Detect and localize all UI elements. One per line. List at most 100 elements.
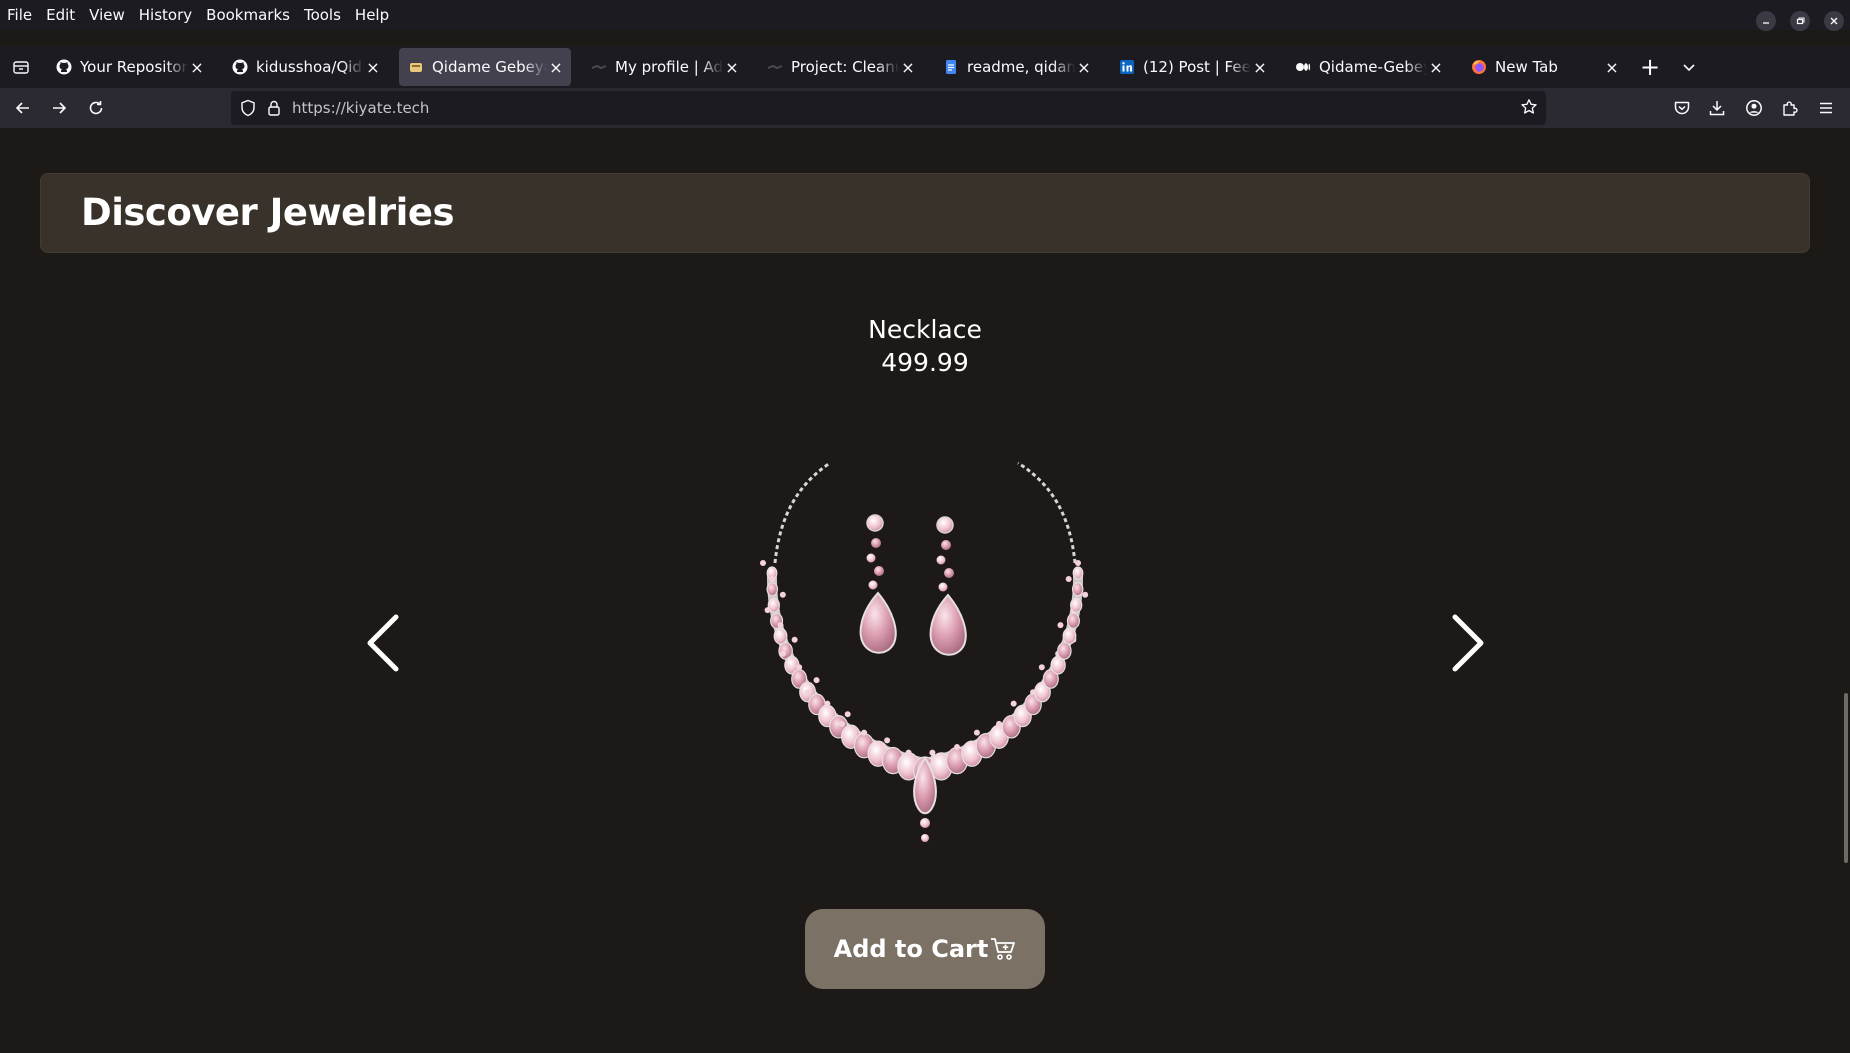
tab-label: Project: Cleanup your code — [791, 58, 899, 76]
tab-label: Qidame Gebeya — [432, 58, 547, 76]
necklace-accent-gem — [1082, 591, 1089, 598]
tab-list-icon[interactable] — [12, 58, 30, 76]
necklace-accent-gem — [861, 729, 868, 736]
lock-icon[interactable] — [266, 99, 282, 117]
scrollbar-thumb[interactable] — [1844, 693, 1848, 863]
necklace-accent-gem — [777, 622, 784, 629]
necklace-accent-gem — [844, 711, 851, 718]
close-tab-icon[interactable]: × — [1251, 58, 1269, 77]
tab-project-cleanup[interactable]: Project: Cleanup your code × — [758, 48, 923, 86]
close-tab-icon[interactable]: × — [1427, 58, 1445, 77]
medium-icon — [1295, 59, 1311, 75]
new-tab-plus-icon[interactable]: + — [1640, 55, 1660, 79]
necklace-accent-gem — [838, 720, 845, 727]
necklace-accent-gem — [1038, 664, 1045, 671]
close-tab-icon[interactable]: × — [188, 58, 206, 77]
necklace-accent-gem — [1010, 700, 1017, 707]
extensions-puzzle-icon[interactable] — [1780, 98, 1800, 118]
necklace-accent-gem — [884, 737, 891, 744]
github-icon — [56, 59, 72, 75]
cart-icon — [991, 938, 1016, 960]
close-tab-icon[interactable]: × — [547, 58, 565, 77]
menu-bookmarks[interactable]: Bookmarks — [206, 6, 290, 24]
tab-linkedin[interactable]: (12) Post | Feed | LinkedIn × — [1110, 48, 1275, 86]
menu-file[interactable]: File — [7, 6, 32, 24]
tab-new-tab[interactable]: New Tab × — [1462, 48, 1627, 86]
tab-label: Qidame-Gebeya by Kidus — [1319, 58, 1427, 76]
necklace-accent-gem — [880, 744, 887, 751]
necklace-accent-gem — [1065, 576, 1072, 583]
list-all-tabs-chevron-icon[interactable] — [1680, 58, 1698, 76]
close-tab-icon[interactable]: × — [899, 58, 917, 77]
tab-readme-docs[interactable]: readme, qidame - Google Docs × — [934, 48, 1099, 86]
tab-label: kidusshoa/Qidame-Gebeya — [256, 58, 364, 76]
close-window-icon[interactable] — [1824, 11, 1844, 31]
url-bar[interactable]: https://kiyate.tech — [231, 91, 1546, 125]
necklace-gem — [1071, 582, 1084, 597]
menu-edit[interactable]: Edit — [46, 6, 75, 24]
menu-help[interactable]: Help — [355, 6, 389, 24]
add-to-cart-label: Add to Cart — [833, 935, 989, 963]
downloads-icon[interactable] — [1707, 98, 1727, 118]
page-content: Discover Jewelries Necklace 499.99 Add t… — [0, 128, 1850, 1053]
necklace-accent-gem — [813, 677, 820, 684]
forward-arrow-icon[interactable] — [49, 98, 69, 118]
tab-label: (12) Post | Feed | LinkedIn — [1143, 58, 1251, 76]
tracking-protection-shield-icon[interactable] — [240, 99, 256, 117]
necklace-gem — [1066, 612, 1080, 629]
close-tab-icon[interactable]: × — [1603, 58, 1621, 77]
menu-bar: File Edit View History Bookmarks Tools H… — [0, 0, 1850, 31]
necklace-accent-gem — [779, 650, 786, 657]
product-image — [760, 461, 1089, 842]
tab-medium-article[interactable]: Qidame-Gebeya by Kidus × — [1286, 48, 1451, 86]
necklace-accent-gem — [1057, 622, 1064, 629]
necklace-accent-gem — [954, 744, 961, 751]
necklace-accent-gem — [779, 591, 786, 598]
necklace-gem — [1070, 597, 1083, 613]
tab-label: New Tab — [1495, 58, 1558, 76]
necklace-accent-gem — [929, 749, 936, 756]
hamburger-menu-icon[interactable] — [1816, 98, 1836, 118]
account-icon[interactable] — [1744, 98, 1764, 118]
google-docs-icon — [943, 59, 959, 75]
necklace-gem — [1072, 566, 1084, 580]
addis-icon — [591, 59, 607, 75]
necklace-accent-gem — [996, 720, 1003, 727]
minimize-icon[interactable] — [1756, 11, 1776, 31]
url-text[interactable]: https://kiyate.tech — [292, 99, 429, 117]
tab-my-profile[interactable]: My profile | Addis Software × — [582, 48, 747, 86]
tab-kidusshoa-repo[interactable]: kidusshoa/Qidame-Gebeya × — [223, 48, 388, 86]
carousel-prev-chevron-icon[interactable] — [360, 611, 406, 675]
necklace-accent-gem — [764, 607, 771, 614]
necklace-accent-gem — [804, 689, 811, 696]
tab-strip: Your Repositories × kidusshoa/Qidame-Geb… — [0, 46, 1850, 88]
menu-view[interactable]: View — [89, 6, 125, 24]
carousel-next-chevron-icon[interactable] — [1445, 611, 1491, 675]
tab-label: Your Repositories — [80, 58, 188, 76]
tab-label: My profile | Addis Software — [615, 58, 723, 76]
necklace-accent-gem — [769, 576, 776, 583]
tab-qidame-gebeya[interactable]: Qidame Gebeya × — [399, 48, 571, 86]
navigation-toolbar: https://kiyate.tech — [0, 88, 1850, 128]
necklace-gem — [773, 627, 788, 645]
bookmark-star-icon[interactable] — [1520, 98, 1538, 116]
restore-icon[interactable] — [1790, 11, 1810, 31]
linkedin-icon — [1119, 59, 1135, 75]
firefox-icon — [1471, 59, 1487, 75]
back-arrow-icon[interactable] — [13, 98, 33, 118]
close-tab-icon[interactable]: × — [723, 58, 741, 77]
close-tab-icon[interactable]: × — [1075, 58, 1093, 77]
tab-your-repositories[interactable]: Your Repositories × — [47, 48, 212, 86]
product-name: Necklace — [868, 315, 982, 344]
necklace-accent-gem — [791, 636, 798, 643]
tab-label: readme, qidame - Google Docs — [967, 58, 1075, 76]
site-favicon-icon — [408, 59, 424, 75]
menu-tools[interactable]: Tools — [304, 6, 341, 24]
close-tab-icon[interactable]: × — [364, 58, 382, 77]
add-to-cart-button[interactable]: Add to Cart — [805, 909, 1045, 989]
reload-icon[interactable] — [86, 98, 106, 118]
pocket-icon[interactable] — [1672, 98, 1692, 118]
product-price: 499.99 — [881, 348, 969, 377]
necklace-gem — [1062, 627, 1077, 645]
menu-history[interactable]: History — [139, 6, 192, 24]
